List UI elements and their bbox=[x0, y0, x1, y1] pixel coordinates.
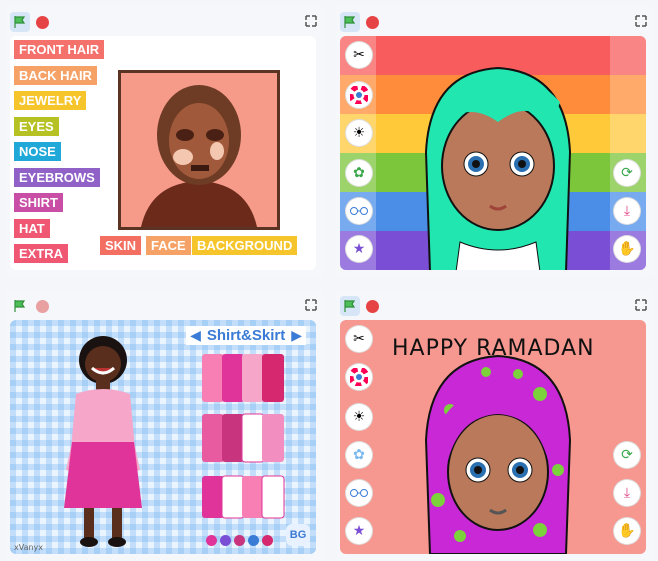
avatar-character bbox=[424, 66, 572, 270]
hand-icon[interactable]: ✋ bbox=[614, 518, 640, 544]
glasses-icon[interactable] bbox=[346, 480, 372, 506]
sun-icon[interactable]: ☀ bbox=[346, 120, 372, 146]
project-panel-4: HAPPY RAMADAN ✂ ☀ ✿ ★ ⟳ ⤓ ✋ bbox=[336, 290, 654, 560]
menu-button-eyebrows[interactable]: EYEBROWS bbox=[14, 167, 100, 187]
scissors-icon[interactable]: ✂ bbox=[346, 326, 372, 352]
prev-arrow-icon[interactable]: ◀ bbox=[190, 328, 201, 344]
category-title: Shirt&Skirt bbox=[206, 327, 286, 344]
flower-icon[interactable]: ✿ bbox=[346, 160, 372, 186]
flower-icon[interactable]: ✿ bbox=[346, 442, 372, 468]
stage[interactable]: ◀ Shirt&Skirt ▶ BG xVanyx bbox=[10, 320, 316, 554]
stage[interactable]: ✂ ☀ ✿ ★ ⟳ ⤓ ✋ bbox=[340, 36, 646, 270]
next-arrow-icon[interactable]: ▶ bbox=[291, 328, 302, 344]
download-icon[interactable]: ⤓ bbox=[614, 480, 640, 506]
green-flag-icon[interactable] bbox=[10, 12, 30, 32]
green-flag-icon[interactable] bbox=[340, 12, 360, 32]
stage[interactable]: HAPPY RAMADAN ✂ ☀ ✿ ★ ⟳ ⤓ ✋ bbox=[340, 320, 646, 554]
fullscreen-icon[interactable] bbox=[304, 14, 318, 28]
menu-button-jewelry[interactable]: JEWELRY bbox=[14, 91, 87, 110]
fullscreen-icon[interactable] bbox=[634, 298, 648, 312]
menu-button-extra[interactable]: EXTRA bbox=[14, 244, 69, 263]
star-icon[interactable]: ★ bbox=[346, 518, 372, 544]
avatar-character bbox=[424, 354, 572, 554]
tab-background[interactable]: BACKGROUND bbox=[192, 236, 298, 255]
download-icon[interactable]: ⤓ bbox=[614, 198, 640, 224]
fullscreen-icon[interactable] bbox=[304, 298, 318, 312]
refresh-icon[interactable]: ⟳ bbox=[614, 160, 640, 186]
project-panel-3: ◀ Shirt&Skirt ▶ BG xVanyx bbox=[6, 290, 324, 560]
scissors-icon[interactable]: ✂ bbox=[346, 42, 372, 68]
tab-face[interactable]: FACE bbox=[146, 236, 191, 255]
hand-icon[interactable]: ✋ bbox=[614, 236, 640, 262]
stop-icon[interactable] bbox=[366, 299, 379, 313]
avatar-character bbox=[64, 336, 142, 547]
green-flag-icon[interactable] bbox=[340, 296, 360, 316]
menu-button-nose[interactable]: NOSE bbox=[14, 142, 61, 161]
stop-icon[interactable] bbox=[366, 15, 379, 29]
sun-icon[interactable]: ☀ bbox=[346, 404, 372, 430]
menu-button-back-hair[interactable]: BACK HAIR bbox=[14, 65, 97, 85]
menu-button-front-hair[interactable]: FRONT HAIR bbox=[14, 40, 105, 59]
stop-icon[interactable] bbox=[36, 15, 49, 29]
menu-button-eyes[interactable]: EYES bbox=[14, 116, 59, 136]
bg-button[interactable]: BG bbox=[286, 524, 310, 546]
clothing-options[interactable] bbox=[196, 350, 296, 520]
skin-tone-swatches[interactable] bbox=[206, 535, 273, 546]
stop-icon[interactable] bbox=[36, 299, 49, 313]
star-icon[interactable]: ★ bbox=[346, 236, 372, 262]
fullscreen-icon[interactable] bbox=[634, 14, 648, 28]
menu-button-shirt[interactable]: SHIRT bbox=[14, 193, 63, 212]
project-panel-2: ✂ ☀ ✿ ★ ⟳ ⤓ ✋ bbox=[336, 6, 654, 276]
avatar-preview bbox=[118, 70, 280, 230]
stage[interactable]: FRONT HAIR BACK HAIR JEWELRY EYES NOSE EYEBRO… bbox=[10, 36, 316, 270]
menu-button-hat[interactable]: HAT bbox=[14, 218, 50, 238]
green-flag-icon[interactable] bbox=[10, 296, 30, 316]
credit-text: xVanyx bbox=[14, 543, 44, 552]
refresh-icon[interactable]: ⟳ bbox=[614, 442, 640, 468]
project-panel-1: FRONT HAIR BACK HAIR JEWELRY EYES NOSE EYEBRO… bbox=[6, 6, 324, 276]
color-wheel-icon[interactable] bbox=[346, 82, 372, 108]
tab-skin[interactable]: SKIN bbox=[100, 236, 142, 255]
color-wheel-icon[interactable] bbox=[346, 364, 372, 390]
glasses-icon[interactable] bbox=[346, 198, 372, 224]
